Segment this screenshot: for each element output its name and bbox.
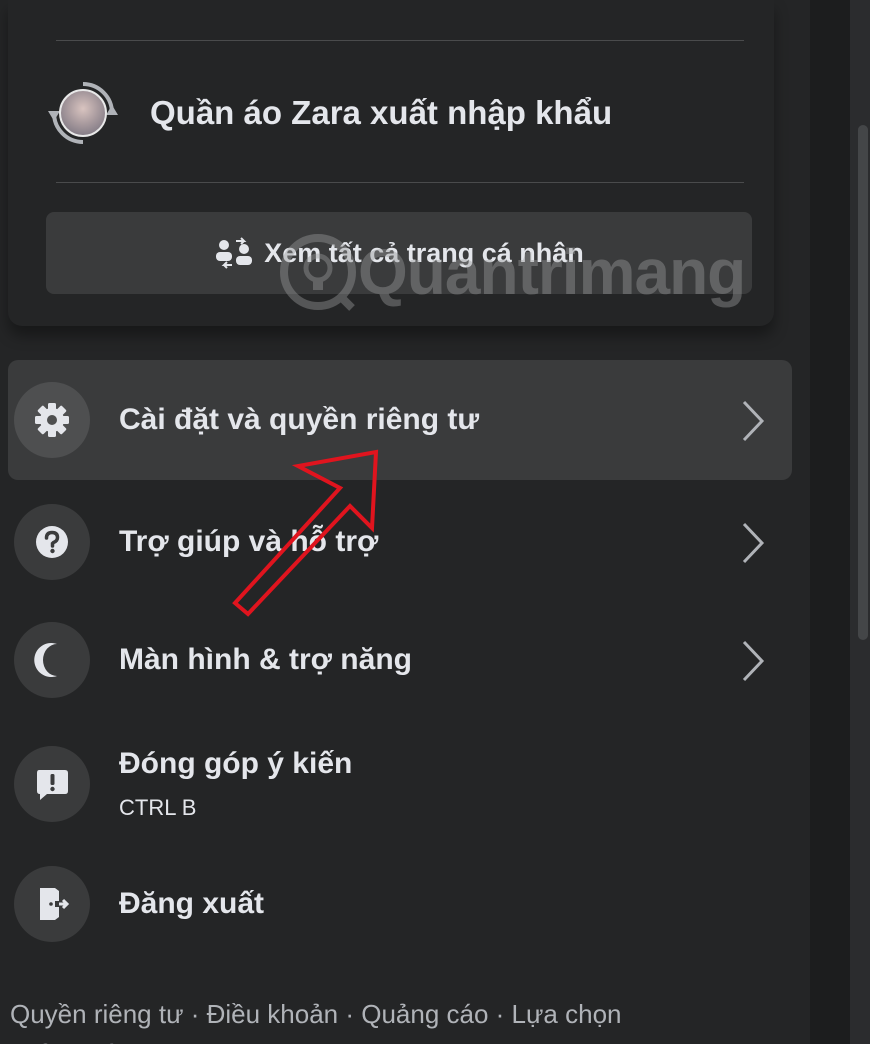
keyboard-shortcut: CTRL B [119, 795, 197, 820]
menu-item-display-accessibility[interactable]: Màn hình & trợ năng [8, 600, 792, 720]
divider-bottom [56, 182, 744, 183]
menu-label: Màn hình & trợ năng [119, 643, 412, 676]
footer-line-2[interactable]: quảng cáo ▷ · Cookie · Xem thêm · Meta ©… [10, 1034, 800, 1044]
menu-label: Đóng góp ý kiến [119, 747, 353, 780]
footer-line-1[interactable]: Quyền riêng tư · Điều khoản · Quảng cáo … [10, 994, 800, 1034]
menu-item-settings-privacy[interactable]: Cài đặt và quyền riêng tư [8, 360, 792, 480]
menu-label: Cài đặt và quyền riêng tư [119, 403, 480, 436]
icon-circle [14, 504, 90, 580]
avatar-switch-ring [48, 78, 118, 148]
profile-name: Quần áo Zara xuất nhập khẩu [150, 94, 613, 131]
chevron-right-icon [742, 522, 765, 564]
account-menu-panel: Quần áo Zara xuất nhập khẩu Xem tất cả t… [0, 0, 810, 1044]
page-background-strip [810, 0, 850, 1044]
feedback-text: Đóng góp ý kiến CTRL B [119, 747, 352, 821]
moon-icon [34, 643, 57, 677]
switch-profiles-icon [214, 237, 254, 269]
chevron-right-icon [742, 640, 765, 682]
footer-links[interactable]: Quyền riêng tư · Điều khoản · Quảng cáo … [10, 994, 800, 1044]
profile-card: Quần áo Zara xuất nhập khẩu Xem tất cả t… [8, 0, 774, 326]
menu-item-help-support[interactable]: Trợ giúp và hỗ trợ [8, 482, 792, 602]
scrollbar-thumb[interactable] [858, 125, 868, 640]
chevron-right-icon [742, 400, 765, 442]
question-icon [36, 526, 68, 558]
avatar [59, 89, 107, 137]
see-all-profiles-label: Xem tất cả trang cá nhân [264, 237, 584, 268]
menu-item-log-out[interactable]: Đăng xuất [8, 844, 792, 964]
icon-circle [14, 382, 90, 458]
logout-icon [40, 888, 70, 920]
icon-circle [14, 622, 90, 698]
menu-label: Đăng xuất [119, 887, 265, 920]
feedback-icon [37, 770, 68, 800]
menu-label: Trợ giúp và hỗ trợ [119, 525, 379, 558]
divider-top [56, 40, 744, 41]
icon-circle [14, 746, 90, 822]
menu-item-give-feedback[interactable]: Đóng góp ý kiến CTRL B [8, 724, 792, 844]
gear-icon [35, 403, 69, 437]
see-all-profiles-button[interactable]: Xem tất cả trang cá nhân [46, 212, 752, 294]
icon-circle [14, 866, 90, 942]
profile-switch-item[interactable]: Quần áo Zara xuất nhập khẩu [48, 78, 612, 148]
